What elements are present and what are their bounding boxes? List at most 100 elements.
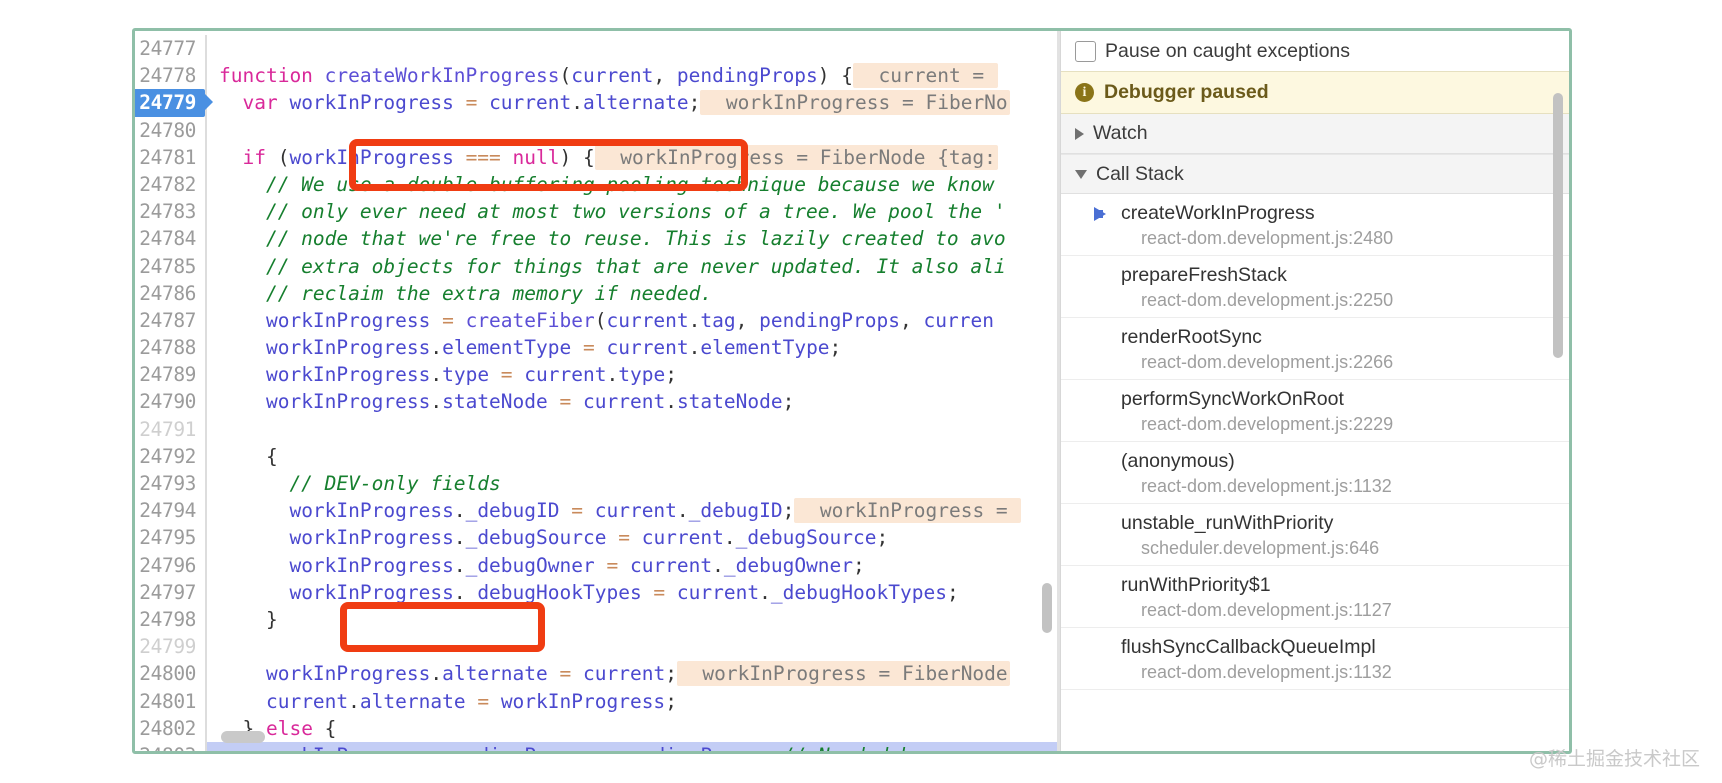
code-line[interactable]: 24789 workInProgress.type = current.type… — [135, 361, 1057, 389]
code-line[interactable]: 24786 // reclaim the extra memory if nee… — [135, 279, 1057, 307]
code-line[interactable]: 24800 workInProgress.alternate = current… — [135, 660, 1057, 688]
line-number-24788[interactable]: 24788 — [135, 334, 205, 362]
call-stack-source-location[interactable]: react-dom.development.js:2480 — [1121, 226, 1559, 250]
code-line-text[interactable]: workInProgress.pendingProps = pendingPro… — [207, 741, 1057, 751]
source-horizontal-scroll-thumb[interactable] — [221, 731, 265, 743]
call-stack-source-location[interactable]: react-dom.development.js:2229 — [1121, 412, 1559, 436]
line-number-24790[interactable]: 24790 — [135, 388, 205, 416]
code-line[interactable]: 24780 — [135, 116, 1057, 144]
call-stack-item[interactable]: prepareFreshStack react-dom.development.j… — [1061, 256, 1569, 318]
call-stack-source-location[interactable]: react-dom.development.js:1127 — [1121, 598, 1559, 622]
code-line[interactable]: 24783 // only ever need at most two vers… — [135, 198, 1057, 226]
line-number-24802[interactable]: 24802 — [135, 714, 205, 742]
line-number-24781[interactable]: 24781 — [135, 143, 205, 171]
code-line[interactable]: 24788 workInProgress.elementType = curre… — [135, 334, 1057, 362]
code-line-text[interactable]: current.alternate = workInProgress; — [207, 688, 1057, 715]
code-line[interactable]: 24803 workInProgress.pendingProps = pend… — [135, 741, 1057, 751]
line-number-24789[interactable]: 24789 — [135, 361, 205, 389]
call-stack-source-location[interactable]: react-dom.development.js:1132 — [1121, 660, 1559, 684]
code-line[interactable]: 24793 // DEV-only fields — [135, 470, 1057, 498]
code-line[interactable]: 24799 — [135, 633, 1057, 661]
line-number-24799[interactable]: 24799 — [135, 633, 205, 661]
line-number-24797[interactable]: 24797 — [135, 578, 205, 606]
line-number-24796[interactable]: 24796 — [135, 551, 205, 579]
code-line[interactable]: 24779 var workInProgress = current.alter… — [135, 89, 1057, 117]
code-line-text[interactable]: // We use a double buffering pooling tec… — [207, 171, 1057, 198]
code-line[interactable]: 24791 — [135, 415, 1057, 443]
code-line[interactable]: 24785 // extra objects for things that a… — [135, 252, 1057, 280]
code-line-text[interactable]: workInProgress.stateNode = current.state… — [207, 388, 1057, 415]
code-line[interactable]: 24778 function createWorkInProgress(curre… — [135, 62, 1057, 90]
source-vertical-scroll-thumb[interactable] — [1042, 583, 1052, 633]
code-line-text[interactable]: workInProgress._debugOwner = current._de… — [207, 552, 1057, 579]
code-line-text[interactable]: } else { — [207, 715, 1057, 742]
source-vertical-scrollbar[interactable] — [1042, 35, 1055, 729]
code-line-text[interactable]: workInProgress.alternate = current; work… — [207, 660, 1057, 687]
line-number-24780[interactable]: 24780 — [135, 116, 205, 144]
call-stack-section-header[interactable]: Call Stack — [1061, 154, 1569, 194]
line-number-24787[interactable]: 24787 — [135, 306, 205, 335]
code-line-text[interactable]: { — [207, 443, 1057, 470]
code-line[interactable]: 24792 { — [135, 442, 1057, 471]
call-stack-item[interactable]: runWithPriority$1 react-dom.development.j… — [1061, 566, 1569, 628]
call-stack-item[interactable]: (anonymous) react-dom.development.js:1132 — [1061, 442, 1569, 504]
call-stack-source-location[interactable]: scheduler.development.js:646 — [1121, 536, 1559, 560]
line-number-24785[interactable]: 24785 — [135, 252, 205, 280]
pause-on-caught-exceptions-checkbox[interactable] — [1075, 40, 1096, 62]
line-number-24793[interactable]: 24793 — [135, 470, 205, 498]
call-stack-item[interactable]: unstable_runWithPriority scheduler.develo… — [1061, 504, 1569, 566]
code-line-list[interactable]: 24777 24778 function createWorkInProgress(… — [135, 35, 1057, 751]
call-stack-item[interactable]: performSyncWorkOnRoot react-dom.developme… — [1061, 380, 1569, 442]
call-stack-item[interactable]: createWorkInProgress react-dom.developmen… — [1061, 194, 1569, 256]
code-line[interactable]: 24781 if (workInProgress === null) { wor… — [135, 143, 1057, 171]
code-line[interactable]: 24777 — [135, 35, 1057, 63]
code-line[interactable]: 24796 workInProgress._debugOwner = curre… — [135, 551, 1057, 579]
code-line-text[interactable]: if (workInProgress === null) { workInPro… — [207, 144, 1057, 171]
code-line-text[interactable]: workInProgress._debugID = current._debug… — [207, 497, 1057, 524]
code-line[interactable]: 24801 current.alternate = workInProgress… — [135, 687, 1057, 715]
call-stack-source-location[interactable]: react-dom.development.js:1132 — [1121, 474, 1559, 498]
line-number-24798[interactable]: 24798 — [135, 605, 205, 634]
code-line-text[interactable]: // DEV-only fields — [207, 470, 1057, 497]
line-number-24783[interactable]: 24783 — [135, 198, 205, 226]
code-line-text[interactable]: // extra objects for things that are nev… — [207, 253, 1057, 280]
line-number-24784[interactable]: 24784 — [135, 225, 205, 253]
source-code-pane[interactable]: 24777 24778 function createWorkInProgress(… — [135, 31, 1057, 751]
line-number-24800[interactable]: 24800 — [135, 660, 205, 688]
call-stack-source-location[interactable]: react-dom.development.js:2266 — [1121, 350, 1559, 374]
code-line-text[interactable]: workInProgress._debugHookTypes = current… — [207, 579, 1057, 606]
code-line-text[interactable]: workInProgress.elementType = current.ele… — [207, 334, 1057, 361]
code-line-text[interactable]: // node that we're free to reuse. This i… — [207, 225, 1057, 252]
line-number-24794[interactable]: 24794 — [135, 497, 205, 525]
code-line[interactable]: 24797 workInProgress._debugHookTypes = c… — [135, 578, 1057, 606]
code-line-text[interactable]: workInProgress = createFiber(current.tag… — [207, 307, 1057, 334]
code-line[interactable]: 24794 workInProgress._debugID = current.… — [135, 497, 1057, 525]
call-stack-list[interactable]: createWorkInProgress react-dom.developmen… — [1061, 194, 1569, 690]
code-line-text[interactable]: var workInProgress = current.alternate; … — [207, 89, 1057, 116]
code-line-text[interactable]: } — [207, 606, 1057, 633]
line-number-24792[interactable]: 24792 — [135, 442, 205, 471]
code-line[interactable]: 24787 workInProgress = createFiber(curre… — [135, 306, 1057, 335]
watch-section-header[interactable]: Watch — [1061, 114, 1569, 154]
code-line[interactable]: 24790 workInProgress.stateNode = current… — [135, 388, 1057, 416]
code-line-text[interactable]: // reclaim the extra memory if needed. — [207, 280, 1057, 307]
line-number-24801[interactable]: 24801 — [135, 687, 205, 715]
code-line[interactable]: 24784 // node that we're free to reuse. … — [135, 225, 1057, 253]
line-number-24791[interactable]: 24791 — [135, 415, 205, 443]
line-number-24779[interactable]: 24779 — [135, 89, 213, 117]
code-line-text[interactable]: // only ever need at most two versions o… — [207, 198, 1057, 225]
line-number-24782[interactable]: 24782 — [135, 170, 205, 199]
pause-on-caught-exceptions-row[interactable]: Pause on caught exceptions — [1061, 31, 1569, 71]
sidebar-vertical-scroll-thumb[interactable] — [1553, 93, 1563, 358]
code-line[interactable]: 24782 // We use a double buffering pooli… — [135, 170, 1057, 199]
call-stack-source-location[interactable]: react-dom.development.js:2250 — [1121, 288, 1559, 312]
line-number-24778[interactable]: 24778 — [135, 62, 205, 90]
line-number-24777[interactable]: 24777 — [135, 35, 205, 63]
code-line-text[interactable]: function createWorkInProgress(current, p… — [207, 62, 1057, 89]
call-stack-item[interactable]: renderRootSync react-dom.development.js:2… — [1061, 318, 1569, 380]
code-line[interactable]: 24802 } else { — [135, 714, 1057, 742]
line-number-24803[interactable]: 24803 — [135, 741, 205, 751]
code-line-text[interactable]: workInProgress.type = current.type; — [207, 361, 1057, 388]
call-stack-item[interactable]: flushSyncCallbackQueueImpl react-dom.deve… — [1061, 628, 1569, 690]
line-number-24795[interactable]: 24795 — [135, 524, 205, 552]
